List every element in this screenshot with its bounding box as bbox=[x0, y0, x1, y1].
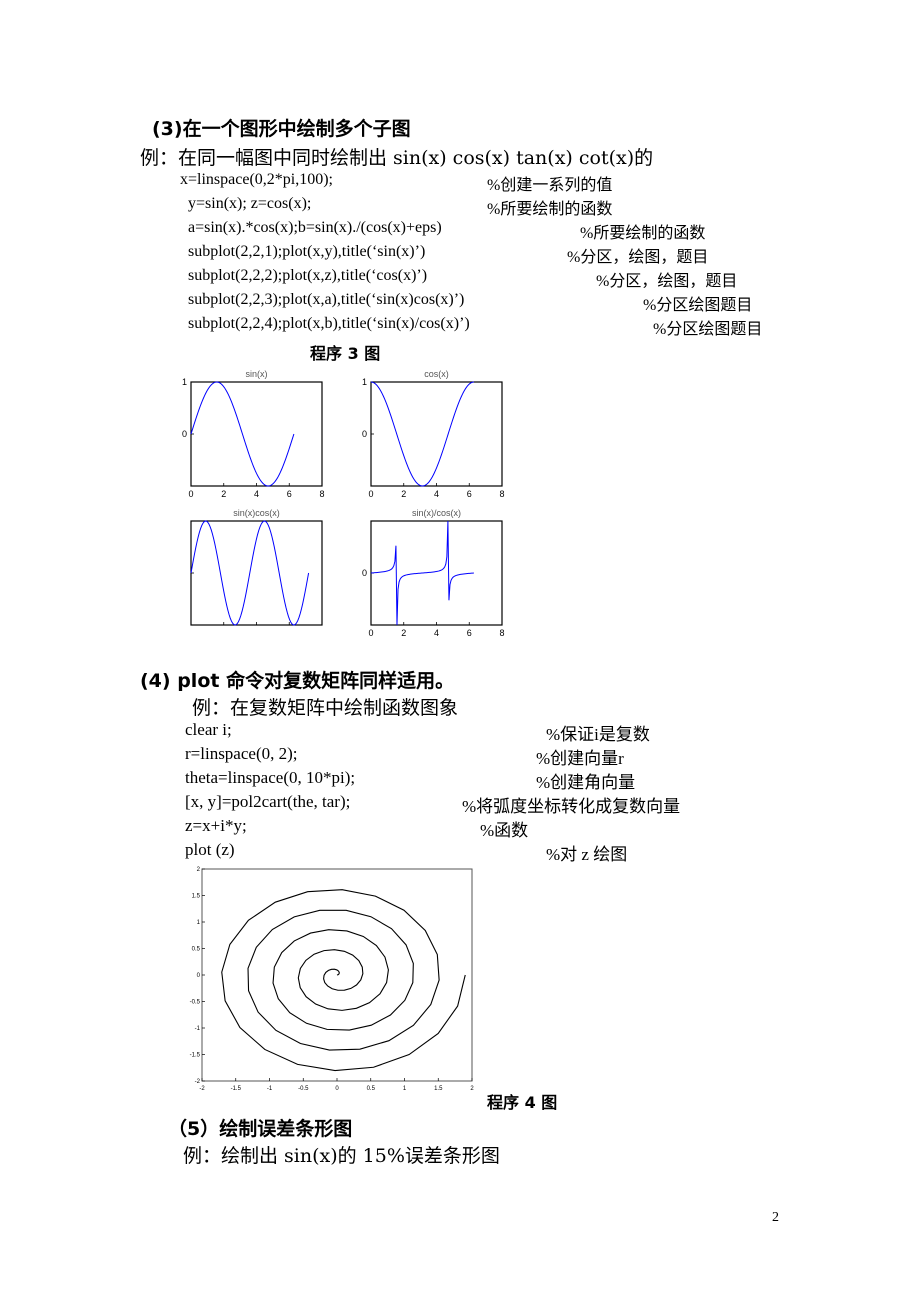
x-tick-label: 1 bbox=[403, 1086, 407, 1092]
code-line: subplot(2,2,4);plot(x,b),title(‘sin(x)/c… bbox=[188, 315, 470, 332]
section-4-heading: (4) plot 命令对复数矩阵同样适用。 bbox=[140, 670, 455, 692]
spiral-axes: -2 -1.5 -1 -0.5 0 0.5 1 1.5 2 2 1.5 1 0.5 0 -0.5 -1 -1.5… bbox=[190, 867, 475, 1092]
section-4-example: 例：在复数矩阵中绘制函数图象 bbox=[192, 697, 459, 719]
x-tick-label: -1 bbox=[267, 1086, 273, 1092]
x-tick-label: 0 bbox=[368, 628, 373, 638]
y-tick-label: -1.5 bbox=[190, 1053, 201, 1059]
y-tick-label: 1 bbox=[182, 377, 187, 387]
x-tick-label: 4 bbox=[254, 489, 259, 499]
section-3-heading: (3)在一个图形中绘制多个子图 bbox=[152, 118, 411, 140]
y-tick-label: -1 bbox=[195, 1026, 201, 1032]
subplot-title: sin(x)/cos(x) bbox=[412, 508, 461, 518]
code-comment: %分区绘图题目 bbox=[653, 321, 763, 338]
x-tick-label: 6 bbox=[467, 628, 472, 638]
y-tick-label: 0 bbox=[182, 429, 187, 439]
subplots-figure: sin(x)0 2 4 6 810cos(x)0 2 4 6 810sin(x)cos(x) si… bbox=[182, 369, 505, 638]
x-tick-label: 0 bbox=[368, 489, 373, 499]
code-comment: %所要绘制的函数 bbox=[580, 225, 706, 242]
x-tick-label: 4 bbox=[434, 489, 439, 499]
code-line: subplot(2,2,3);plot(x,a),title(‘sin(x)co… bbox=[188, 291, 465, 308]
code-comment: %函数 bbox=[480, 821, 529, 840]
code-comment: %保证i是复数 bbox=[546, 725, 650, 744]
code-line: clear i; bbox=[185, 720, 232, 739]
subplot-4: sin(x)/cos(x) 0 2 4 6 8 0 bbox=[362, 508, 505, 638]
x-tick-label: 6 bbox=[287, 489, 292, 499]
x-tick-label: 2 bbox=[401, 628, 406, 638]
x-tick-label: 1.5 bbox=[434, 1086, 443, 1092]
code-comment: %对 z 绘图 bbox=[546, 845, 628, 864]
x-tick-label: 8 bbox=[499, 489, 504, 499]
code-comment: %分区，绘图，题目 bbox=[567, 249, 709, 266]
code-line: theta=linspace(0, 10*pi); bbox=[185, 768, 356, 787]
x-tick-label: 0.5 bbox=[367, 1086, 376, 1092]
y-tick-label: 0.5 bbox=[192, 947, 201, 953]
code-comment: %将弧度坐标转化成复数向量 bbox=[462, 797, 681, 816]
section-5-example: 例：绘制出 sin(x)的 15%误差条形图 bbox=[183, 1145, 500, 1167]
subplot-title: cos(x) bbox=[424, 369, 449, 379]
y-tick-label: 1 bbox=[197, 920, 201, 926]
y-tick-label: 2 bbox=[197, 867, 201, 873]
y-tick-label: 1.5 bbox=[192, 894, 201, 900]
code-line: subplot(2,2,1);plot(x,y),title(‘sin(x)’) bbox=[188, 243, 426, 260]
x-tick-label: 6 bbox=[467, 489, 472, 499]
subplot-3: sin(x)cos(x) bbox=[190, 508, 323, 626]
section-5-heading: （5）绘制误差条形图 bbox=[168, 1118, 353, 1140]
x-tick-label: 2 bbox=[221, 489, 226, 499]
section-3-example: 例：在同一幅图中同时绘制出 sin(x) cos(x) tan(x) cot(x… bbox=[140, 147, 654, 169]
code-line: [x, y]=pol2cart(the, tar); bbox=[185, 792, 351, 811]
y-tick-label: 0 bbox=[362, 568, 367, 578]
axes-box bbox=[190, 381, 323, 487]
x-tick-label: -2 bbox=[199, 1086, 205, 1092]
x-tick-label: 0 bbox=[188, 489, 193, 499]
x-tick-label: 0 bbox=[335, 1086, 339, 1092]
x-tick-label: 2 bbox=[401, 489, 406, 499]
code-comment: %创建一系列的值 bbox=[487, 177, 613, 194]
page-number: 2 bbox=[772, 1210, 779, 1225]
code-comment: %所要绘制的函数 bbox=[487, 201, 613, 218]
code-comment: %分区，绘图，题目 bbox=[596, 273, 738, 290]
code-line: y=sin(x); z=cos(x); bbox=[188, 195, 312, 212]
code-line: z=x+i*y; bbox=[185, 816, 247, 835]
code-comment: %分区绘图题目 bbox=[643, 297, 753, 314]
y-tick-label: -2 bbox=[195, 1079, 201, 1085]
y-tick-label: 0 bbox=[362, 429, 367, 439]
x-tick-label: 8 bbox=[499, 628, 504, 638]
code-line: plot (z) bbox=[185, 840, 235, 859]
x-tick-label: 4 bbox=[434, 628, 439, 638]
code-comment: %创建向量r bbox=[536, 749, 624, 768]
figure-4-caption: 程序 4 图 bbox=[487, 1093, 558, 1112]
subplot-1: sin(x)0 2 4 6 810 bbox=[182, 369, 325, 499]
subplot-title: sin(x) bbox=[246, 369, 268, 379]
code-comment: %创建角向量 bbox=[536, 773, 636, 792]
code-line: subplot(2,2,2);plot(x,z),title(‘cos(x)’) bbox=[188, 267, 428, 284]
x-tick-label: 8 bbox=[319, 489, 324, 499]
x-tick-label: 2 bbox=[470, 1086, 474, 1092]
code-line: a=sin(x).*cos(x);b=sin(x)./(cos(x)+eps) bbox=[188, 219, 442, 236]
y-tick-label: -0.5 bbox=[190, 1000, 201, 1006]
spiral-figure: -2 -1.5 -1 -0.5 0 0.5 1 1.5 2 2 1.5 1 0.5 0 -0.5 -1 -1.5… bbox=[190, 867, 475, 1092]
code-line: r=linspace(0, 2); bbox=[185, 744, 298, 763]
y-tick-label: 0 bbox=[197, 973, 201, 979]
y-tick-label: 1 bbox=[362, 377, 367, 387]
subplot-2: cos(x)0 2 4 6 810 bbox=[362, 369, 505, 499]
code-line: x=linspace(0,2*pi,100); bbox=[180, 171, 333, 188]
axes-box bbox=[190, 520, 323, 626]
x-tick-label: -1.5 bbox=[231, 1086, 242, 1092]
figure-3-caption: 程序 3 图 bbox=[310, 344, 381, 363]
axes-box bbox=[370, 520, 503, 626]
axes-box bbox=[370, 381, 503, 487]
x-tick-label: -0.5 bbox=[298, 1086, 309, 1092]
subplot-title: sin(x)cos(x) bbox=[233, 508, 280, 518]
